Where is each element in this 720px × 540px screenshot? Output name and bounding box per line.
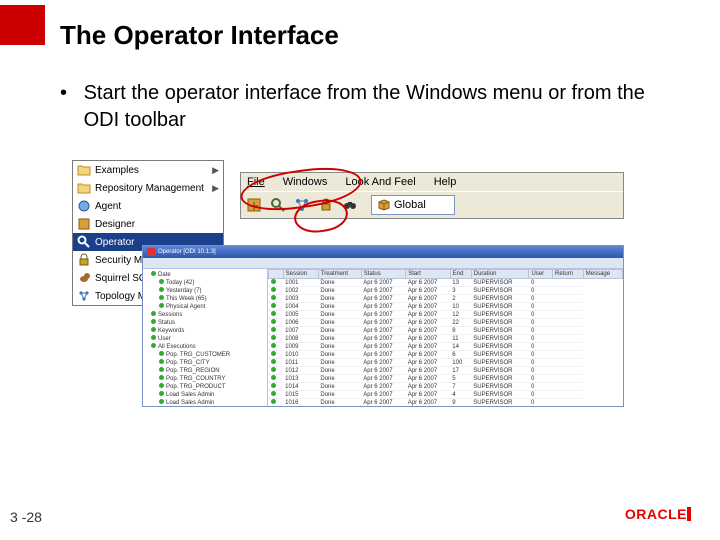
tree-node[interactable]: Sessions <box>145 311 265 319</box>
page-number: 3 -28 <box>10 509 42 525</box>
table-header[interactable]: Status <box>361 270 406 279</box>
start-menu-item-examples[interactable]: Examples ▶ <box>73 161 223 179</box>
operator-title: Operator [ODI 10.1.3] <box>158 249 216 255</box>
table-header[interactable]: Session <box>283 270 318 279</box>
table-row[interactable]: 1010DoneApr 6 2007Apr 6 20076SUPERVISOR0 <box>269 351 623 359</box>
toolbar-topology-icon[interactable] <box>293 196 311 214</box>
toolbar-binoculars-icon[interactable] <box>341 196 359 214</box>
tree-node[interactable]: Yesterday (7) <box>145 287 265 295</box>
operator-screenshot: Operator [ODI 10.1.3] DateToday (42)Yest… <box>142 245 624 407</box>
footer: 3 -28 ORACLE <box>0 510 720 540</box>
menu-file[interactable]: File <box>247 176 265 188</box>
cube-icon <box>378 199 390 211</box>
menu-windows[interactable]: Windows <box>283 176 328 188</box>
designer-icon <box>77 217 91 231</box>
bullet-list: • Start the operator interface from the … <box>60 80 680 134</box>
tree-node[interactable]: User <box>145 335 265 343</box>
table-header[interactable]: Start <box>406 270 451 279</box>
menu-look-and-feel[interactable]: Look And Feel <box>345 176 415 188</box>
table-header[interactable]: End <box>450 270 471 279</box>
start-menu-item-designer[interactable]: Designer <box>73 215 223 233</box>
operator-tree[interactable]: DateToday (42)Yesterday (7)This Week (65… <box>143 269 268 407</box>
squirrel-icon <box>77 271 91 285</box>
illustration-group: Examples ▶ Repository Management ▶ Agent Desi… <box>72 160 622 410</box>
bullet-text: Start the operator interface from the Wi… <box>84 80 664 134</box>
tree-node[interactable]: Load Sales Admin <box>145 399 265 407</box>
agent-icon <box>77 199 91 213</box>
table-row[interactable]: 1009DoneApr 6 2007Apr 6 200714SUPERVISOR… <box>269 343 623 351</box>
tree-node[interactable]: Pop. TRG_COUNTRY <box>145 375 265 383</box>
table-header[interactable]: Return <box>553 270 584 279</box>
designer-menubar: File Windows Look And Feel Help <box>241 173 623 191</box>
tree-node[interactable]: All Executions <box>145 343 265 351</box>
topology-icon <box>77 289 91 303</box>
table-row[interactable]: 1011DoneApr 6 2007Apr 6 2007100SUPERVISO… <box>269 359 623 367</box>
table-row[interactable]: 1013DoneApr 6 2007Apr 6 20075SUPERVISOR0 <box>269 375 623 383</box>
menu-item-label: Designer <box>95 219 135 230</box>
table-row[interactable]: 1006DoneApr 6 2007Apr 6 200722SUPERVISOR… <box>269 319 623 327</box>
table-row[interactable]: 1005DoneApr 6 2007Apr 6 200712SUPERVISOR… <box>269 311 623 319</box>
tree-node[interactable]: Status <box>145 319 265 327</box>
table-row[interactable]: 1007DoneApr 6 2007Apr 6 20078SUPERVISOR0 <box>269 327 623 335</box>
tree-node[interactable]: Load Sales Admin <box>145 391 265 399</box>
lock-icon <box>77 253 91 267</box>
corner-accent <box>0 5 45 45</box>
tree-node[interactable]: Physical Agent <box>145 303 265 311</box>
menu-item-label: Examples <box>95 165 139 176</box>
tree-node[interactable]: Date <box>145 271 265 279</box>
tree-node[interactable]: Pop. TRG_PRODUCT <box>145 383 265 391</box>
table-row[interactable]: 1004DoneApr 6 2007Apr 6 200710SUPERVISOR… <box>269 303 623 311</box>
table-header[interactable]: Duration <box>471 270 529 279</box>
folder-icon <box>77 163 91 177</box>
folder-icon <box>77 181 91 195</box>
table-row[interactable]: 1014DoneApr 6 2007Apr 6 20077SUPERVISOR0 <box>269 383 623 391</box>
table-header[interactable]: Treatment <box>318 270 361 279</box>
table-row[interactable]: 1015DoneApr 6 2007Apr 6 20074SUPERVISOR0 <box>269 391 623 399</box>
table-row[interactable]: 1003DoneApr 6 2007Apr 6 20072SUPERVISOR0 <box>269 295 623 303</box>
operator-titlebar: Operator [ODI 10.1.3] <box>143 246 623 258</box>
table-header[interactable] <box>269 270 284 279</box>
tree-node[interactable]: This Week (65) <box>145 295 265 303</box>
table-header[interactable]: Message <box>583 270 622 279</box>
table-row[interactable]: 1016DoneApr 6 2007Apr 6 20079SUPERVISOR0 <box>269 399 623 407</box>
context-value: Global <box>394 199 426 211</box>
table-header[interactable]: User <box>529 270 553 279</box>
start-menu-item-repository-management[interactable]: Repository Management ▶ <box>73 179 223 197</box>
toolbar-context-field[interactable]: Global <box>371 195 455 215</box>
operator-table[interactable]: SessionTreatmentStatusStartEndDurationUs… <box>268 269 623 407</box>
toolbar-designer-icon[interactable] <box>245 196 263 214</box>
menu-item-label: Operator <box>95 237 134 248</box>
tree-node[interactable]: Pop. TRG_CUSTOMER <box>145 351 265 359</box>
menu-item-label: Agent <box>95 201 121 212</box>
toolbar-security-icon[interactable] <box>317 196 335 214</box>
oracle-logo: ORACLE <box>625 506 692 522</box>
toolbar-operator-icon[interactable] <box>269 196 287 214</box>
bullet-marker: • <box>60 80 78 107</box>
tree-node[interactable]: Pop. TRG_CITY <box>145 359 265 367</box>
menu-help[interactable]: Help <box>434 176 457 188</box>
table-row[interactable]: 1002DoneApr 6 2007Apr 6 20073SUPERVISOR0 <box>269 287 623 295</box>
menu-item-label: Repository Management <box>95 183 204 194</box>
slide-title: The Operator Interface <box>60 20 339 51</box>
operator-toolbar <box>143 258 623 269</box>
designer-window: File Windows Look And Feel Help Global <box>240 172 624 219</box>
submenu-arrow-icon: ▶ <box>212 165 219 176</box>
operator-titlebar-icon <box>147 248 155 256</box>
table-row[interactable]: 1008DoneApr 6 2007Apr 6 200711SUPERVISOR… <box>269 335 623 343</box>
start-menu-item-agent[interactable]: Agent <box>73 197 223 215</box>
designer-toolbar: Global <box>241 191 623 218</box>
tree-node[interactable]: Pop. TRG_REGION <box>145 367 265 375</box>
table-row[interactable]: 1001DoneApr 6 2007Apr 6 200713SUPERVISOR… <box>269 279 623 287</box>
table-row[interactable]: 1012DoneApr 6 2007Apr 6 200717SUPERVISOR… <box>269 367 623 375</box>
operator-icon <box>77 235 91 249</box>
tree-node[interactable]: Keywords <box>145 327 265 335</box>
tree-node[interactable]: Today (42) <box>145 279 265 287</box>
submenu-arrow-icon: ▶ <box>212 183 219 194</box>
